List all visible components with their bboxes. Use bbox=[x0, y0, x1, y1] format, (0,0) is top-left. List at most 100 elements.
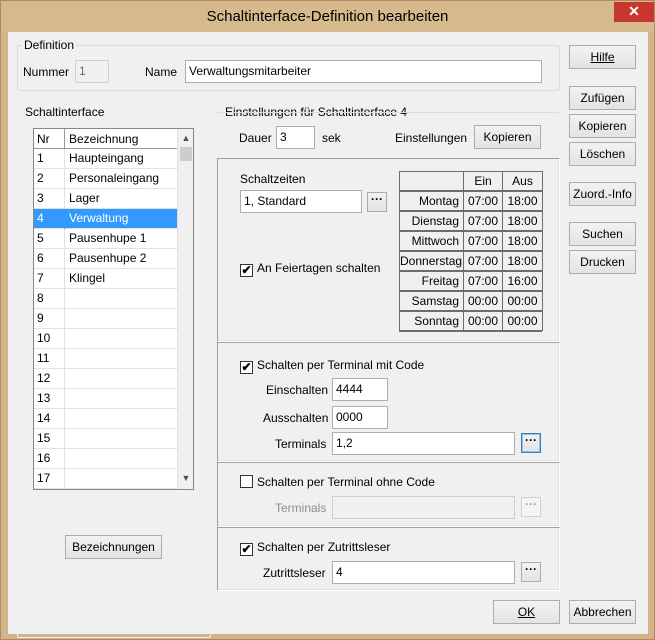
list-item[interactable]: 1 Haupteingang bbox=[34, 149, 177, 169]
list-item-nr: 11 bbox=[34, 349, 65, 369]
list-item[interactable]: 13 bbox=[34, 389, 177, 409]
list-item-name bbox=[65, 309, 177, 329]
list-item[interactable]: 12 bbox=[34, 369, 177, 389]
list-item-nr: 13 bbox=[34, 389, 65, 409]
kopieren-button[interactable]: Kopieren bbox=[569, 114, 636, 138]
list-item-name: Haupteingang bbox=[69, 151, 144, 165]
scroll-down-icon[interactable]: ▼ bbox=[178, 470, 193, 486]
title-bar[interactable]: Schaltinterface-Definition bearbeiten ✕ bbox=[1, 1, 654, 32]
feiertage-checkbox[interactable]: ✔ An Feiertagen schalten bbox=[240, 261, 380, 277]
hilfe-button[interactable]: Hilfe bbox=[569, 45, 636, 69]
schedule-header-ein: Ein bbox=[463, 171, 503, 191]
list-item-name bbox=[65, 349, 177, 369]
schedule-table: Ein Aus Montag 07:00 18:00 Dienstag 07:00 18:… bbox=[399, 171, 543, 332]
feiertage-label: An Feiertagen schalten bbox=[257, 261, 381, 275]
list-item-name bbox=[65, 409, 177, 429]
schedule-aus: 18:00 bbox=[502, 251, 543, 271]
ellipsis-icon: ··· bbox=[525, 497, 537, 511]
list-item[interactable]: 7 Klingel bbox=[34, 269, 177, 289]
schedule-day: Samstag bbox=[399, 291, 464, 311]
list-item-name bbox=[65, 329, 177, 349]
einschalten-label: Einschalten bbox=[266, 383, 329, 397]
name-field[interactable]: Verwaltungsmitarbeiter bbox=[185, 60, 542, 83]
ohne-code-check-icon bbox=[240, 475, 253, 488]
zutrittsleser-browse-button[interactable]: ··· bbox=[521, 562, 541, 582]
loeschen-button[interactable]: Löschen bbox=[569, 142, 636, 166]
schedule-day: Donnerstag bbox=[399, 251, 464, 271]
schaltzeiten-browse-button[interactable]: ··· bbox=[367, 192, 387, 212]
list-item[interactable]: 17 bbox=[34, 469, 177, 489]
schaltzeiten-field[interactable]: 1, Standard bbox=[240, 190, 362, 213]
list-item[interactable]: 2 Personaleingang bbox=[34, 169, 177, 189]
ohne-code-label: Schalten per Terminal ohne Code bbox=[257, 475, 435, 489]
list-item-name bbox=[65, 289, 177, 309]
list-item-nr: 7 bbox=[34, 269, 65, 289]
terminals-mit-code-field[interactable]: 1,2 bbox=[332, 432, 515, 455]
list-item-nr: 6 bbox=[34, 249, 65, 269]
einschalten-field[interactable]: 4444 bbox=[332, 378, 388, 401]
ok-button[interactable]: OK bbox=[493, 600, 560, 624]
terminals-mit-code-browse-button[interactable]: ··· bbox=[521, 433, 541, 453]
list-item[interactable]: 11 bbox=[34, 349, 177, 369]
suchen-button[interactable]: Suchen bbox=[569, 222, 636, 246]
zutritt-check-icon: ✔ bbox=[240, 542, 253, 556]
schedule-header-aus: Aus bbox=[502, 171, 543, 191]
schedule-ein: 00:00 bbox=[463, 291, 503, 311]
list-item[interactable]: 4 Verwaltung bbox=[34, 209, 177, 229]
list-item[interactable]: 3 Lager bbox=[34, 189, 177, 209]
list-item-nr: 8 bbox=[34, 289, 65, 309]
schedule-day: Freitag bbox=[399, 271, 464, 291]
scroll-up-icon[interactable]: ▲ bbox=[178, 130, 193, 146]
zutrittsleser-field[interactable]: 4 bbox=[332, 561, 515, 584]
einstellungen-kopieren-button[interactable]: Kopieren bbox=[474, 125, 541, 149]
schedule-aus: 16:00 bbox=[502, 271, 543, 291]
zufuegen-button[interactable]: Zufügen bbox=[569, 86, 636, 110]
ohne-code-checkbox[interactable]: Schalten per Terminal ohne Code bbox=[240, 475, 435, 489]
list-item[interactable]: 5 Pausenhupe 1 bbox=[34, 229, 177, 249]
schedule-day: Sonntag bbox=[399, 311, 464, 331]
mit-code-checkbox[interactable]: ✔ Schalten per Terminal mit Code bbox=[240, 358, 424, 374]
terminals-ohne-code-field bbox=[332, 496, 515, 519]
close-button[interactable]: ✕ bbox=[614, 2, 654, 22]
list-item[interactable]: 14 bbox=[34, 409, 177, 429]
abbrechen-button[interactable]: Abbrechen bbox=[569, 600, 636, 624]
schedule-aus: 18:00 bbox=[502, 191, 543, 211]
feiertage-check-icon: ✔ bbox=[240, 263, 253, 277]
list-item-nr: 1 bbox=[34, 149, 65, 169]
schedule-ein: 07:00 bbox=[463, 271, 503, 291]
list-item-name bbox=[65, 429, 177, 449]
mit-code-label: Schalten per Terminal mit Code bbox=[257, 358, 425, 372]
list-item-nr: 14 bbox=[34, 409, 65, 429]
list-item[interactable]: 15 bbox=[34, 429, 177, 449]
schedule-day: Mittwoch bbox=[399, 231, 464, 251]
zuord-info-button[interactable]: Zuord.-Info bbox=[569, 182, 636, 206]
schedule-ein: 00:00 bbox=[463, 311, 503, 331]
terminals-mit-code-label: Terminals bbox=[275, 437, 327, 451]
schedule-ein: 07:00 bbox=[463, 251, 503, 271]
bezeichnungen-button[interactable]: Bezeichnungen bbox=[65, 535, 162, 559]
ellipsis-icon: ··· bbox=[525, 562, 537, 576]
column-header-nr[interactable]: Nr bbox=[34, 129, 65, 149]
list-item[interactable]: 9 bbox=[34, 309, 177, 329]
scroll-thumb[interactable] bbox=[180, 147, 192, 161]
list-item[interactable]: 16 bbox=[34, 449, 177, 469]
dauer-field[interactable]: 3 bbox=[276, 126, 315, 149]
schedule-aus: 18:00 bbox=[502, 211, 543, 231]
list-item-name: Lager bbox=[69, 191, 100, 205]
list-item[interactable]: 8 bbox=[34, 289, 177, 309]
list-scrollbar[interactable]: ▲ ▼ bbox=[177, 129, 193, 489]
list-item[interactable]: 10 bbox=[34, 329, 177, 349]
close-icon: ✕ bbox=[628, 3, 640, 19]
ausschalten-field[interactable]: 0000 bbox=[332, 406, 388, 429]
drucken-button[interactable]: Drucken bbox=[569, 250, 636, 274]
column-header-bezeichnung[interactable]: Bezeichnung bbox=[65, 129, 177, 149]
list-item-nr: 5 bbox=[34, 229, 65, 249]
list-item-nr: 10 bbox=[34, 329, 65, 349]
list-item[interactable]: 6 Pausenhupe 2 bbox=[34, 249, 177, 269]
schaltinterface-list[interactable]: Nr Bezeichnung 1 Haupteingang 2 Personalein… bbox=[33, 128, 194, 490]
mit-code-check-icon: ✔ bbox=[240, 360, 253, 374]
list-item-name bbox=[65, 469, 177, 489]
list-item-name: Pausenhupe 1 bbox=[69, 231, 147, 245]
zutritt-checkbox[interactable]: ✔ Schalten per Zutrittsleser bbox=[240, 540, 390, 556]
ausschalten-label: Ausschalten bbox=[263, 411, 329, 425]
